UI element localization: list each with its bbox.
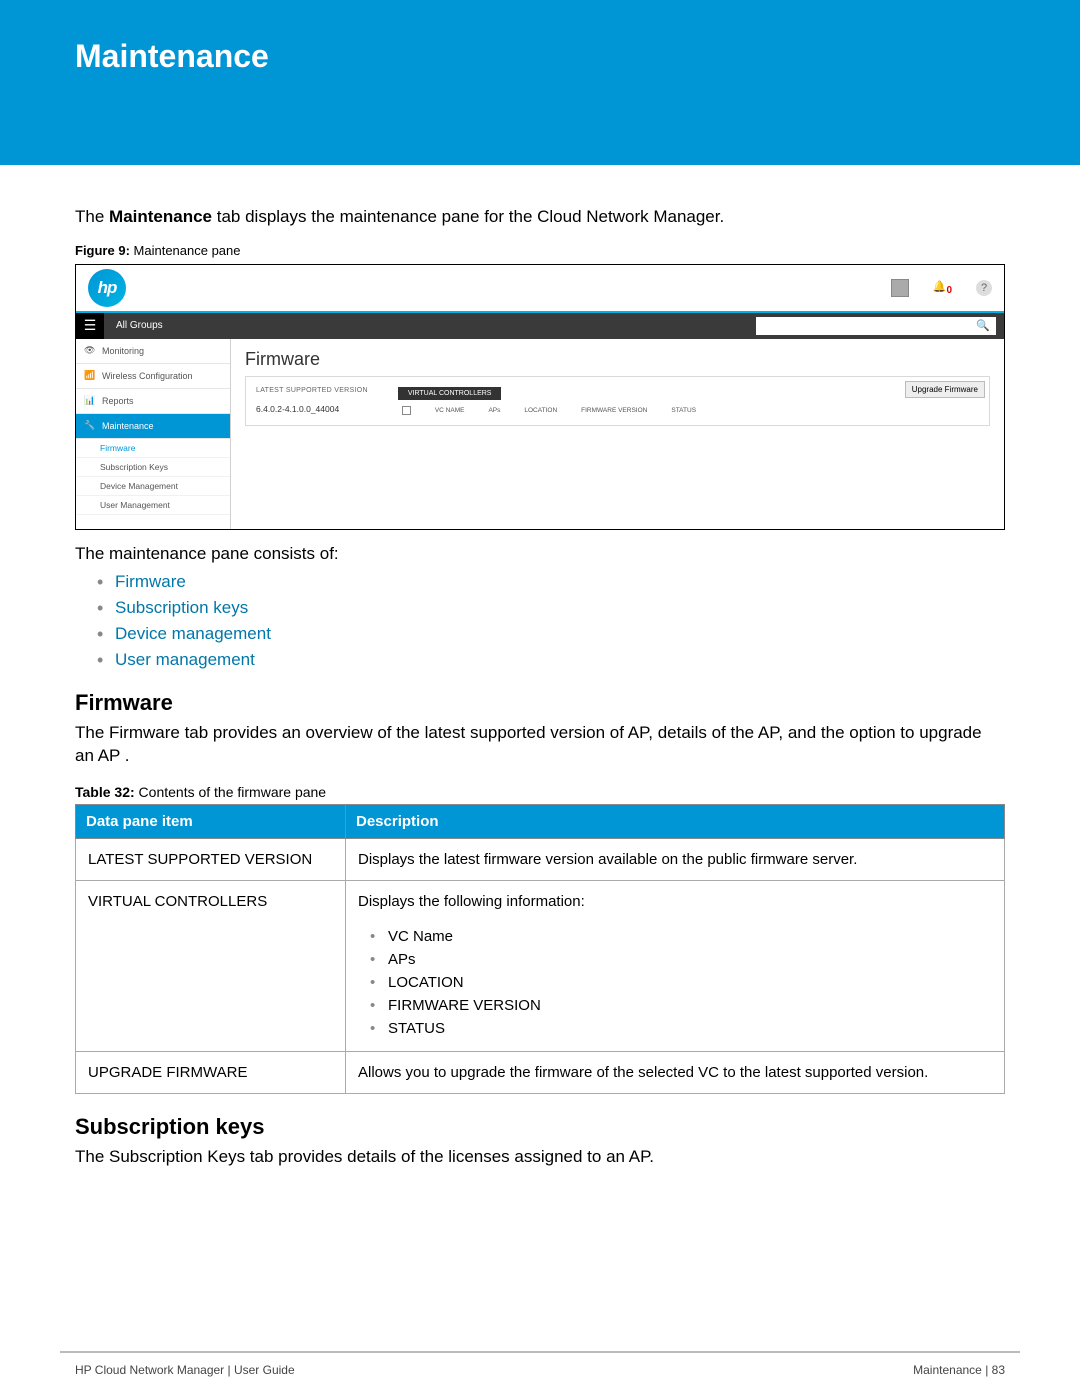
intro-pre: The <box>75 207 109 226</box>
cell-desc: Allows you to upgrade the firmware of th… <box>346 1051 1005 1093</box>
footer-left: HP Cloud Network Manager | User Guide <box>75 1363 295 1377</box>
sidebar-item-wireless[interactable]: 📶 Wireless Configuration <box>76 364 230 389</box>
cell-desc-intro: Displays the following information: <box>358 893 585 910</box>
breadcrumb[interactable]: All Groups <box>104 313 183 339</box>
list-item: FIRMWARE VERSION <box>370 995 992 1016</box>
firmware-latest: LATEST SUPPORTED VERSION 6.4.0.2-4.1.0.0… <box>256 387 368 414</box>
table-row: UPGRADE FIRMWARE Allows you to upgrade t… <box>76 1051 1005 1093</box>
section-subkeys-heading: Subscription keys <box>75 1114 1005 1140</box>
eye-icon: 👁 <box>84 345 96 357</box>
col-aps: APs <box>488 407 500 414</box>
hp-logo: hp <box>88 269 126 307</box>
chapter-banner: Maintenance <box>0 0 1080 165</box>
sidebar-sub-user-management[interactable]: User Management <box>76 496 230 515</box>
pane-links-list: Firmware Subscription keys Device manage… <box>75 572 1005 670</box>
sidebar-label: Monitoring <box>102 346 144 356</box>
cell-item: LATEST SUPPORTED VERSION <box>76 838 346 880</box>
virtual-controllers-block: VIRTUAL CONTROLLERS VC NAME APs LOCATION… <box>398 387 979 415</box>
sidebar-label: Reports <box>102 396 134 406</box>
list-item: APs <box>370 949 992 970</box>
table-caption-label: Table 32: <box>75 784 135 800</box>
select-all-checkbox[interactable] <box>402 406 411 415</box>
firmware-contents-table: Data pane item Description LATEST SUPPOR… <box>75 804 1005 1094</box>
intro-post: tab displays the maintenance pane for th… <box>212 207 724 226</box>
section-firmware-heading: Firmware <box>75 690 1005 716</box>
screenshot-top-right: 🔔0 ? <box>891 279 992 297</box>
latest-supported-value: 6.4.0.2-4.1.0.0_44004 <box>256 404 368 414</box>
col-firmware-version: FIRMWARE VERSION <box>581 407 647 414</box>
section-firmware-para: The Firmware tab provides an overview of… <box>75 722 1005 768</box>
sidebar-label: Maintenance <box>102 421 154 431</box>
bell-icon[interactable]: 🔔0 <box>933 280 952 296</box>
table-row: LATEST SUPPORTED VERSION Displays the la… <box>76 838 1005 880</box>
sidebar-item-monitoring[interactable]: 👁 Monitoring <box>76 339 230 364</box>
wifi-icon: 📶 <box>84 370 96 382</box>
screenshot-body: 👁 Monitoring 📶 Wireless Configuration 📊 Rep… <box>76 339 1004 529</box>
screenshot-topbar: hp 🔔0 ? <box>76 265 1004 313</box>
chapter-title: Maintenance <box>75 38 269 74</box>
vc-table-header: VC NAME APs LOCATION FIRMWARE VERSION ST… <box>398 400 979 415</box>
firmware-panel: LATEST SUPPORTED VERSION 6.4.0.2-4.1.0.0… <box>245 376 990 426</box>
intro-bold: Maintenance <box>109 207 212 226</box>
th-item: Data pane item <box>76 804 346 838</box>
footer-rule <box>60 1351 1020 1353</box>
latest-supported-label: LATEST SUPPORTED VERSION <box>256 387 368 394</box>
screenshot-main-title: Firmware <box>245 349 990 370</box>
wrench-icon: 🔧 <box>84 420 96 432</box>
figure-caption: Figure 9: Maintenance pane <box>75 243 1005 258</box>
sidebar-sub-subscription-keys[interactable]: Subscription Keys <box>76 458 230 477</box>
screenshot-sidebar: 👁 Monitoring 📶 Wireless Configuration 📊 Rep… <box>76 339 231 529</box>
sidebar-item-reports[interactable]: 📊 Reports <box>76 389 230 414</box>
screenshot-navbar: ☰ All Groups 🔍 <box>76 313 1004 339</box>
section-subkeys-para: The Subscription Keys tab provides detai… <box>75 1146 1005 1169</box>
link-device-management[interactable]: Device management <box>97 624 1005 644</box>
figure-screenshot: hp 🔔0 ? ☰ All Groups 🔍 👁 Monitoring 📶 Wire… <box>75 264 1005 530</box>
page-content: The Maintenance tab displays the mainten… <box>0 165 1080 1169</box>
footer-right: Maintenance | 83 <box>913 1363 1005 1377</box>
search-icon: 🔍 <box>976 319 990 332</box>
user-avatar-icon[interactable] <box>891 279 909 297</box>
table-row: VIRTUAL CONTROLLERS Displays the followi… <box>76 880 1005 1051</box>
cell-item: UPGRADE FIRMWARE <box>76 1051 346 1093</box>
col-status: STATUS <box>671 407 696 414</box>
figure-text: Maintenance pane <box>134 243 241 258</box>
chart-icon: 📊 <box>84 395 96 407</box>
link-user-management[interactable]: User management <box>97 650 1005 670</box>
table-caption: Table 32: Contents of the firmware pane <box>75 784 1005 800</box>
hamburger-icon[interactable]: ☰ <box>76 313 104 339</box>
list-item: VC Name <box>370 926 992 947</box>
page-footer: HP Cloud Network Manager | User Guide Ma… <box>75 1363 1005 1377</box>
cell-desc: Displays the latest firmware version ava… <box>346 838 1005 880</box>
consists-of-text: The maintenance pane consists of: <box>75 544 1005 564</box>
sidebar-sub-firmware[interactable]: Firmware <box>76 439 230 458</box>
list-item: LOCATION <box>370 972 992 993</box>
table-caption-text: Contents of the firmware pane <box>139 784 327 800</box>
alert-count: 0 <box>946 285 952 296</box>
sidebar-label: Wireless Configuration <box>102 371 193 381</box>
figure-label: Figure 9: <box>75 243 130 258</box>
sidebar-item-maintenance[interactable]: 🔧 Maintenance <box>76 414 230 439</box>
link-firmware[interactable]: Firmware <box>97 572 1005 592</box>
screenshot-main: Firmware LATEST SUPPORTED VERSION 6.4.0.… <box>231 339 1004 529</box>
cell-item: VIRTUAL CONTROLLERS <box>76 880 346 1051</box>
sidebar-sub-device-management[interactable]: Device Management <box>76 477 230 496</box>
intro-paragraph: The Maintenance tab displays the mainten… <box>75 205 1005 229</box>
help-icon[interactable]: ? <box>976 280 992 296</box>
virtual-controllers-tab[interactable]: VIRTUAL CONTROLLERS <box>398 387 502 400</box>
upgrade-firmware-button[interactable]: Upgrade Firmware <box>905 381 985 398</box>
th-desc: Description <box>346 804 1005 838</box>
vc-info-list: VC Name APs LOCATION FIRMWARE VERSION ST… <box>358 926 992 1039</box>
col-location: LOCATION <box>524 407 557 414</box>
cell-desc: Displays the following information: VC N… <box>346 880 1005 1051</box>
link-subscription-keys[interactable]: Subscription keys <box>97 598 1005 618</box>
col-vcname: VC NAME <box>435 407 465 414</box>
list-item: STATUS <box>370 1018 992 1039</box>
search-input[interactable]: 🔍 <box>756 317 996 335</box>
